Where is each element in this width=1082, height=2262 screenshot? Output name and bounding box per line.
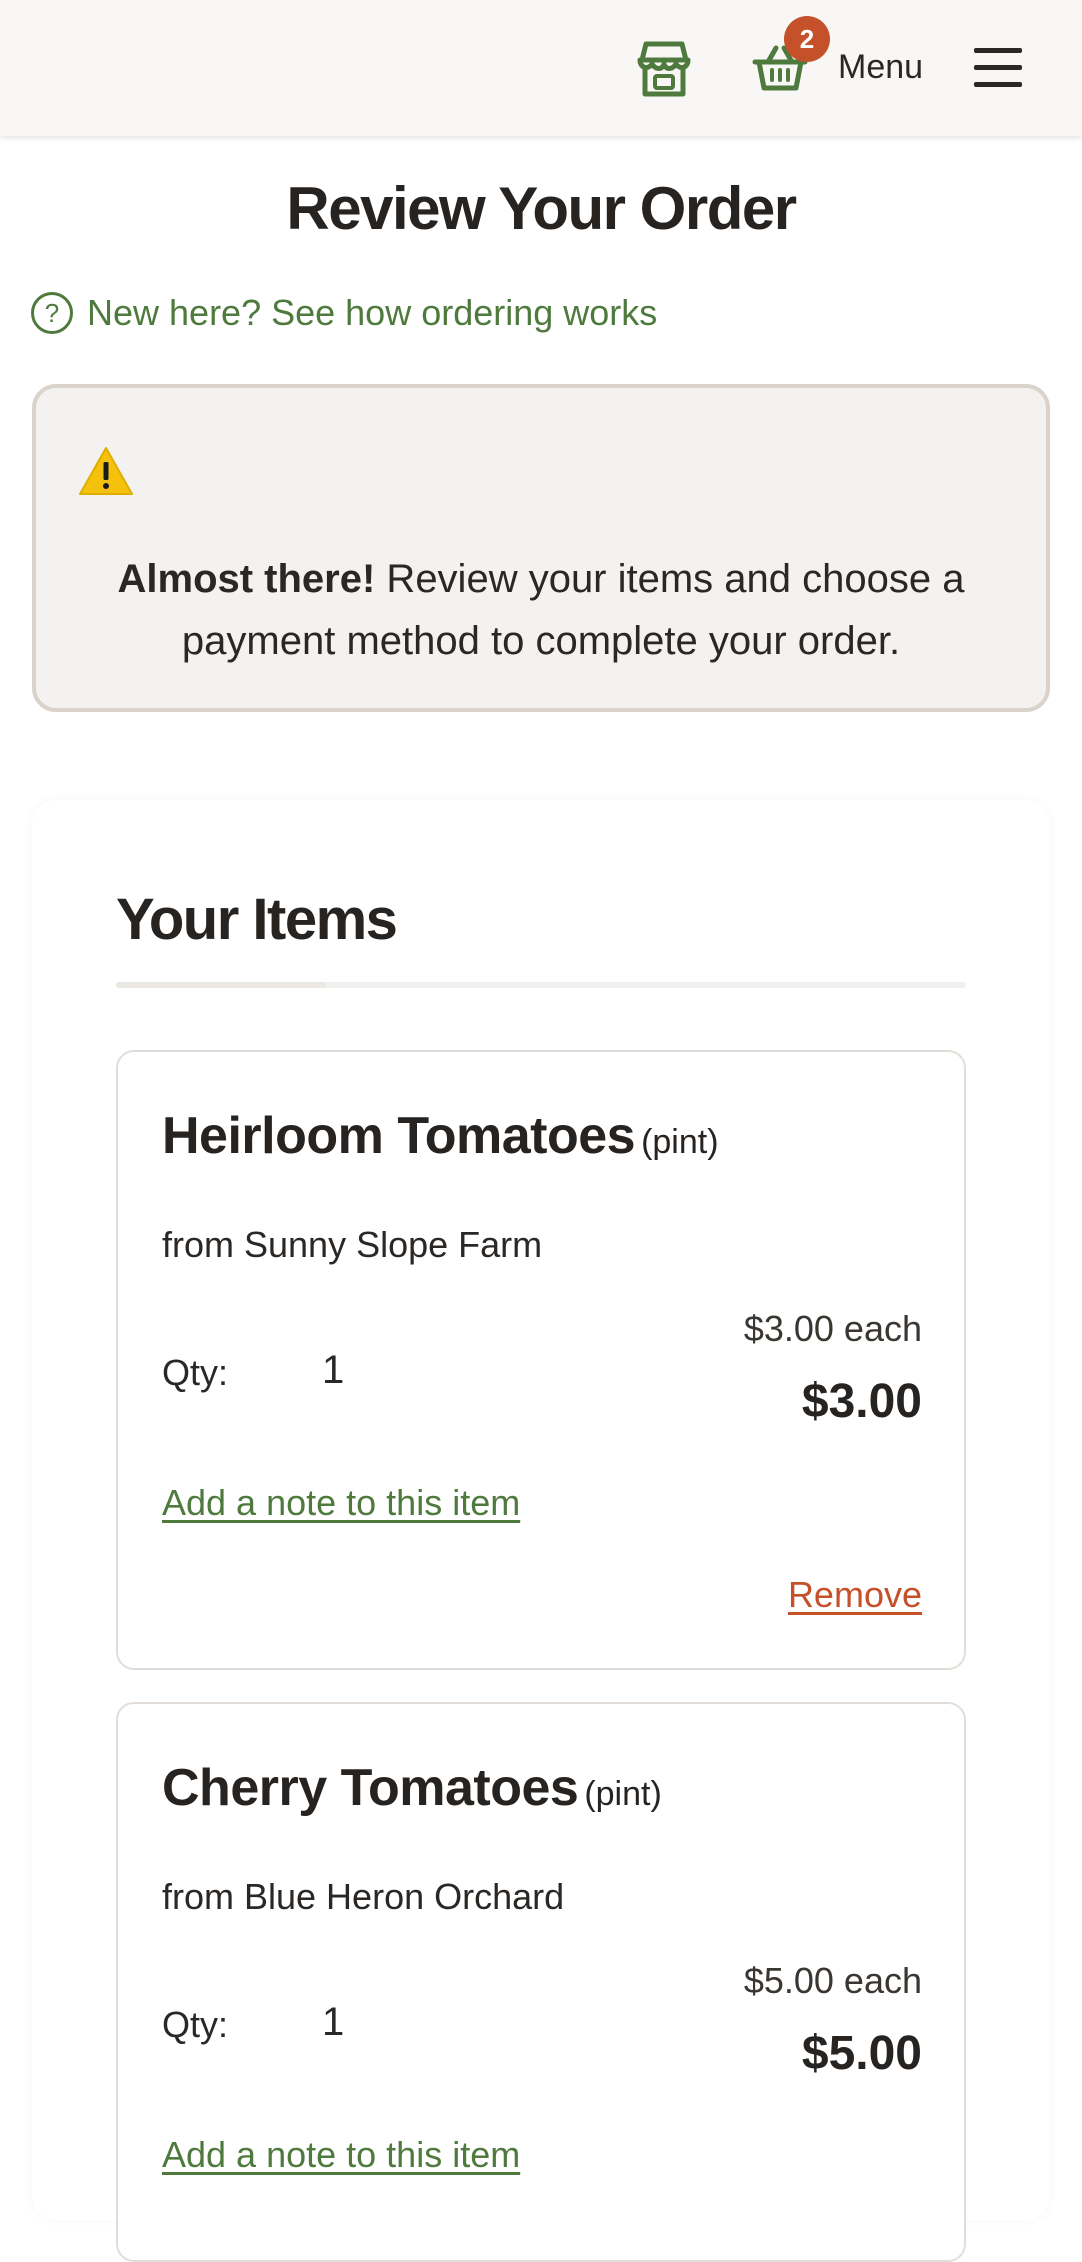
storefront-icon[interactable]	[636, 38, 692, 98]
order-notice-banner: Almost there! Review your items and choo…	[32, 384, 1050, 712]
items-heading: Your Items	[116, 887, 398, 952]
page-title: Review Your Order	[286, 175, 797, 242]
unit-price: $5.00 each	[743, 1960, 922, 2001]
notice-message: Almost there! Review your items and choo…	[76, 548, 1006, 672]
warning-icon	[78, 446, 134, 496]
add-note-link[interactable]: Add a note to this item	[162, 2134, 520, 2176]
help-link-label: New here? See how ordering works	[87, 292, 658, 333]
item-name: Cherry Tomatoes (pint)	[162, 1759, 662, 1817]
remove-item-link[interactable]: Remove	[788, 1574, 922, 1616]
question-circle-icon: ?	[31, 292, 73, 334]
item-unit: (pint)	[641, 1123, 719, 1161]
add-note-link[interactable]: Add a note to this item	[162, 1482, 520, 1524]
qty-value[interactable]: 1	[322, 2000, 344, 2045]
hamburger-icon[interactable]	[974, 48, 1022, 88]
qty-label: Qty:	[162, 2004, 229, 2045]
qty-value[interactable]: 1	[322, 1348, 344, 1393]
notice-bold: Almost there!	[117, 557, 376, 601]
heading-divider	[116, 982, 966, 988]
qty-label: Qty:	[162, 1352, 229, 1393]
line-total: $5.00	[801, 2027, 922, 2080]
unit-price: $3.00 each	[743, 1308, 922, 1349]
item-farm: from Sunny Slope Farm	[162, 1224, 543, 1265]
cart-item-card: Heirloom Tomatoes (pint) from Sunny Slope…	[116, 1050, 966, 1670]
menu-label[interactable]: Menu	[838, 48, 923, 87]
how-ordering-works-link[interactable]: ? New here? See how ordering works	[31, 292, 657, 334]
cart-item-card: Cherry Tomatoes (pint) from Blue Heron Or…	[116, 1702, 966, 2262]
item-unit: (pint)	[584, 1775, 662, 1813]
top-navigation-bar: 2 Menu	[0, 0, 1082, 136]
line-total: $3.00	[801, 1375, 922, 1428]
item-farm: from Blue Heron Orchard	[162, 1876, 565, 1917]
cart-count-badge: 2	[784, 16, 830, 62]
item-name: Heirloom Tomatoes (pint)	[162, 1107, 719, 1165]
